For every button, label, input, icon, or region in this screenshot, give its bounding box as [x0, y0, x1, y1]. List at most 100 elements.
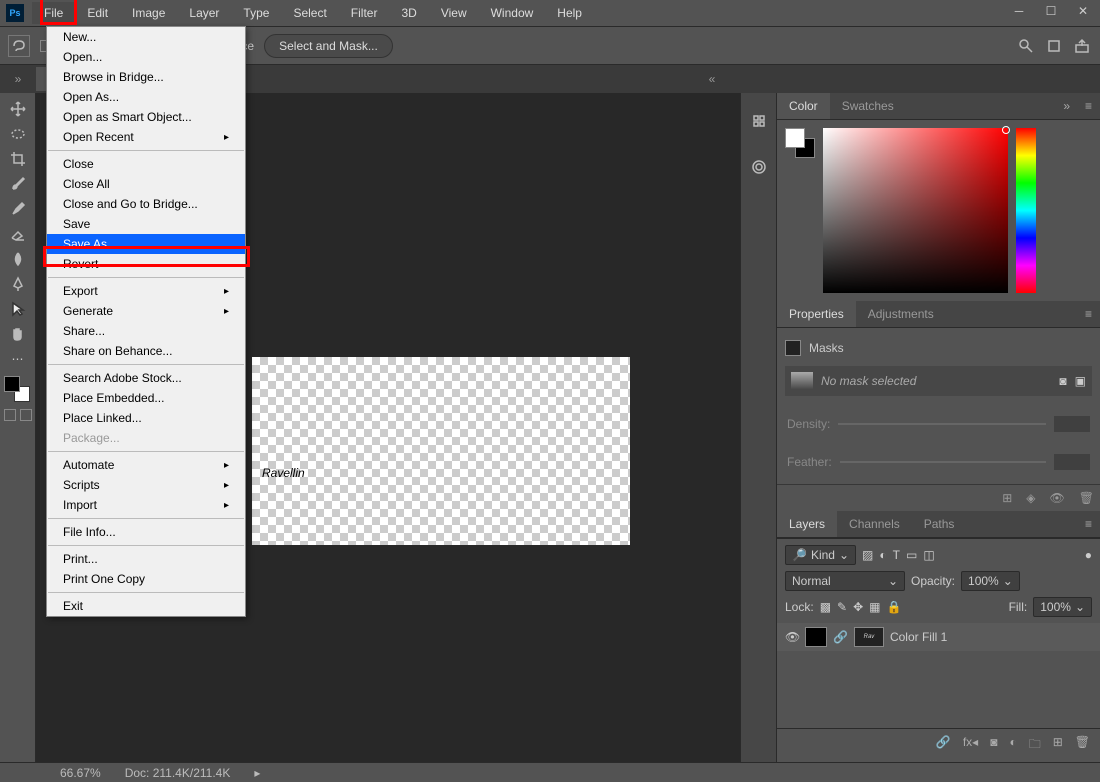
window-close[interactable]: ✕ [1072, 2, 1094, 20]
menu-layer[interactable]: Layer [177, 2, 231, 24]
tab-adjustments[interactable]: Adjustments [856, 301, 946, 327]
menu-select[interactable]: Select [281, 2, 338, 24]
file-menu-import[interactable]: Import [47, 495, 245, 515]
file-menu-exit[interactable]: Exit [47, 596, 245, 616]
filter-toggle[interactable]: ● [1085, 548, 1092, 562]
move-tool[interactable] [4, 97, 32, 121]
pixel-mask-icon[interactable]: ◙ [1059, 374, 1066, 388]
filter-shape-icon[interactable]: ▭ [906, 548, 917, 562]
lock-artboard-icon[interactable]: ▦ [869, 600, 880, 614]
file-menu-open-recent[interactable]: Open Recent [47, 127, 245, 147]
panel-collapse-icon[interactable]: » [1063, 99, 1070, 113]
panel-collapse-left[interactable]: » [0, 72, 36, 86]
menu-type[interactable]: Type [231, 2, 281, 24]
feather-slider[interactable] [840, 461, 1046, 463]
filter-type-icon[interactable]: T [893, 548, 900, 562]
screenmode-toggle[interactable] [20, 409, 32, 421]
history-brush-tool[interactable] [4, 197, 32, 221]
opacity-dropdown[interactable]: 100%⌄ [961, 571, 1020, 591]
delete-layer-icon[interactable]: 🗑 [1075, 735, 1090, 756]
color-field[interactable] [823, 128, 1008, 293]
file-menu-browse-in-bridge[interactable]: Browse in Bridge... [47, 67, 245, 87]
file-menu-revert[interactable]: Revert [47, 254, 245, 274]
file-menu-open[interactable]: Open... [47, 47, 245, 67]
file-menu-print-one-copy[interactable]: Print One Copy [47, 569, 245, 589]
menu-view[interactable]: View [429, 2, 479, 24]
quickmask-toggle[interactable] [4, 409, 16, 421]
file-menu-export[interactable]: Export [47, 281, 245, 301]
share-icon[interactable] [1074, 38, 1090, 54]
density-slider[interactable] [838, 423, 1046, 425]
tab-swatches[interactable]: Swatches [830, 93, 906, 119]
file-menu-share[interactable]: Share... [47, 321, 245, 341]
foreground-background-swatches[interactable] [4, 376, 32, 404]
menu-window[interactable]: Window [479, 2, 546, 24]
fx-icon[interactable]: fx◂ [963, 735, 978, 756]
edit-toolbar[interactable]: ⋯ [4, 347, 32, 371]
density-value[interactable] [1054, 416, 1090, 432]
menu-3d[interactable]: 3D [389, 2, 428, 24]
layer-name[interactable]: Color Fill 1 [890, 630, 947, 644]
group-icon[interactable]: 🗀 [1029, 735, 1041, 756]
file-menu-open-as[interactable]: Open As... [47, 87, 245, 107]
lock-position-icon[interactable]: ✥ [853, 600, 863, 614]
feather-value[interactable] [1054, 454, 1090, 470]
document-canvas[interactable]: Ravellin [252, 357, 630, 545]
file-menu-print[interactable]: Print... [47, 549, 245, 569]
libraries-icon[interactable] [751, 113, 767, 129]
file-menu-automate[interactable]: Automate [47, 455, 245, 475]
menu-file[interactable]: File [32, 2, 75, 24]
file-menu-new[interactable]: New... [47, 27, 245, 47]
new-layer-icon[interactable]: ⊞ [1053, 735, 1063, 756]
file-menu-share-on-behance[interactable]: Share on Behance... [47, 341, 245, 361]
creative-cloud-icon[interactable] [751, 159, 767, 178]
path-select-tool[interactable] [4, 297, 32, 321]
tab-properties[interactable]: Properties [777, 301, 856, 327]
file-menu-close-all[interactable]: Close All [47, 174, 245, 194]
crop-tool[interactable] [4, 147, 32, 171]
layer-visibility-icon[interactable]: 👁 [785, 630, 799, 644]
artboard-icon[interactable] [1046, 38, 1062, 54]
filter-adjust-icon[interactable]: ◐ [879, 548, 886, 562]
status-flyout-icon[interactable]: ▸ [254, 766, 260, 780]
visibility-icon[interactable]: 👁 [1050, 491, 1065, 505]
file-menu-search-adobe-stock[interactable]: Search Adobe Stock... [47, 368, 245, 388]
mask-options-icon[interactable]: ⊞ [1002, 491, 1012, 505]
layer-fill-thumbnail[interactable] [805, 627, 827, 647]
color-swatches[interactable] [785, 128, 815, 158]
filter-kind-dropdown[interactable]: 🔎Kind⌄ [785, 545, 856, 565]
file-menu-save[interactable]: Save [47, 214, 245, 234]
marquee-tool[interactable] [4, 122, 32, 146]
blur-tool[interactable] [4, 247, 32, 271]
lock-all-icon[interactable]: 🔒 [887, 600, 902, 614]
window-maximize[interactable]: ☐ [1040, 2, 1062, 20]
filter-image-icon[interactable]: ▨ [862, 548, 873, 562]
panel-collapse-right[interactable]: « [694, 72, 730, 86]
menu-image[interactable]: Image [120, 2, 177, 24]
file-menu-scripts[interactable]: Scripts [47, 475, 245, 495]
window-minimize[interactable]: ─ [1008, 2, 1030, 20]
invert-icon[interactable]: ◈ [1026, 491, 1035, 505]
file-menu-place-linked[interactable]: Place Linked... [47, 408, 245, 428]
lock-transparent-icon[interactable]: ▩ [820, 600, 831, 614]
tab-color[interactable]: Color [777, 93, 830, 119]
fill-dropdown[interactable]: 100%⌄ [1033, 597, 1092, 617]
file-menu-file-info[interactable]: File Info... [47, 522, 245, 542]
panel-menu-icon[interactable]: ≡ [1085, 99, 1092, 113]
tool-preset[interactable] [8, 35, 30, 57]
menu-help[interactable]: Help [545, 2, 594, 24]
tab-layers[interactable]: Layers [777, 511, 837, 537]
select-and-mask-button[interactable]: Select and Mask... [264, 34, 393, 58]
file-menu-place-embedded[interactable]: Place Embedded... [47, 388, 245, 408]
trash-icon[interactable]: 🗑 [1079, 491, 1094, 505]
layer-row[interactable]: 👁 🔗 Rav Color Fill 1 [777, 623, 1100, 651]
lock-brush-icon[interactable]: ✎ [837, 600, 847, 614]
adjustment-layer-icon[interactable]: ◐ [1009, 735, 1016, 756]
menu-edit[interactable]: Edit [75, 2, 120, 24]
search-icon[interactable] [1018, 38, 1034, 54]
blend-mode-dropdown[interactable]: Normal⌄ [785, 571, 905, 591]
tab-channels[interactable]: Channels [837, 511, 912, 537]
panel-menu-icon[interactable]: ≡ [1085, 517, 1092, 531]
vector-mask-icon[interactable]: ▣ [1075, 374, 1086, 388]
file-menu-close-and-go-to-bridge[interactable]: Close and Go to Bridge... [47, 194, 245, 214]
